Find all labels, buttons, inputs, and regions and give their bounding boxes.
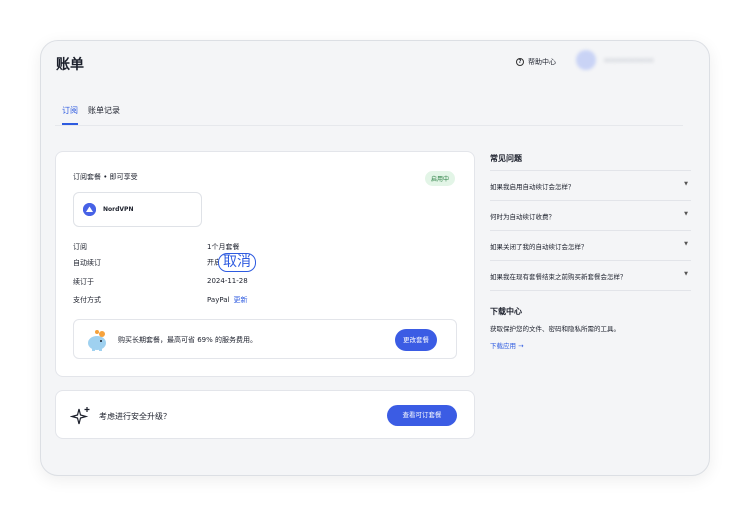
- promo-banner: 购买长期套餐，最高可省 69% 的服务费用。 更改套餐: [73, 319, 457, 359]
- faq-question: 如果关闭了我的自动续订会怎样？: [490, 243, 588, 251]
- faq-item[interactable]: 如果我在现有套餐结束之前购买新套餐会怎样？ ▼: [490, 260, 691, 290]
- nordvpn-logo-icon: [83, 203, 96, 216]
- chevron-down-icon: ▼: [684, 271, 688, 277]
- security-upgrade-card: 考虑进行安全升级？ 查看可订套餐: [55, 390, 475, 439]
- promo-text: 购买长期套餐，最高可省 69% 的服务费用。: [118, 336, 258, 344]
- faq-question: 何时为自动续订收费？: [490, 213, 555, 221]
- product-box: NordVPN: [73, 192, 202, 227]
- auto-renew-value-wrap: 开启 取消: [207, 253, 256, 272]
- payment-value: PayPal: [207, 296, 230, 304]
- faq-item[interactable]: 如果关闭了我的自动续订会怎样？ ▼: [490, 230, 691, 260]
- plan-value: 1个月套餐: [207, 243, 240, 251]
- question-circle-icon: ?: [516, 58, 524, 66]
- avatar: [576, 50, 596, 70]
- chevron-down-icon: ▼: [684, 211, 688, 217]
- faq-item[interactable]: 何时为自动续订收费？ ▼: [490, 200, 691, 230]
- security-upgrade-text: 考虑进行安全升级？: [99, 412, 171, 421]
- tab-divider: [55, 125, 683, 126]
- tab-subscription[interactable]: 订阅: [62, 105, 78, 125]
- renew-date-label: 续订于: [73, 278, 94, 286]
- user-email-blurred: xxxxxxxxxxxxxx: [604, 56, 654, 64]
- chevron-down-icon: ▼: [684, 181, 688, 187]
- subscription-header: 订阅套餐 • 即可享受: [73, 173, 138, 181]
- piggy-bank-icon: [88, 330, 106, 351]
- status-badge: 启用中: [425, 171, 456, 186]
- update-payment-link[interactable]: 更新: [233, 296, 247, 304]
- payment-label: 支付方式: [73, 296, 101, 304]
- user-menu[interactable]: xxxxxxxxxxxxxx: [576, 50, 654, 70]
- download-center-title: 下载中心: [490, 307, 522, 316]
- faq-divider: [490, 290, 691, 291]
- help-center-label: 帮助中心: [528, 58, 556, 66]
- billing-window: 账单 ? 帮助中心 xxxxxxxxxxxxxx 订阅 账单记录 订阅套餐 • …: [40, 40, 710, 476]
- product-name: NordVPN: [103, 206, 134, 213]
- cancel-button[interactable]: 取消: [218, 253, 256, 272]
- renew-date-value: 2024-11-28: [207, 277, 248, 285]
- tab-bar: 订阅 账单记录: [62, 105, 120, 125]
- page-title: 账单: [56, 57, 84, 73]
- faq-question: 如果我启用自动续订会怎样？: [490, 183, 575, 191]
- download-center-description: 获取保护您的文件、密码和隐私所需的工具。: [490, 325, 620, 333]
- view-plans-button[interactable]: 查看可订套餐: [387, 405, 457, 426]
- faq-title: 常见问题: [490, 154, 522, 163]
- plan-label: 订阅: [73, 243, 87, 251]
- change-plan-button[interactable]: 更改套餐: [395, 329, 437, 351]
- faq-question: 如果我在现有套餐结束之前购买新套餐会怎样？: [490, 273, 627, 281]
- help-center-link[interactable]: ? 帮助中心: [516, 57, 556, 67]
- payment-value-wrap: PayPal 更新: [207, 295, 247, 305]
- chevron-down-icon: ▼: [684, 241, 688, 247]
- download-app-link[interactable]: 下载应用 →: [490, 340, 524, 350]
- auto-renew-label: 自动续订: [73, 259, 101, 267]
- faq-item[interactable]: 如果我启用自动续订会怎样？ ▼: [490, 170, 691, 200]
- tab-billing-history[interactable]: 账单记录: [88, 105, 120, 125]
- sparkle-icon: [70, 407, 90, 425]
- subscription-card: 订阅套餐 • 即可享受 启用中 NordVPN 订阅 1个月套餐 自动续订 开启…: [55, 151, 475, 377]
